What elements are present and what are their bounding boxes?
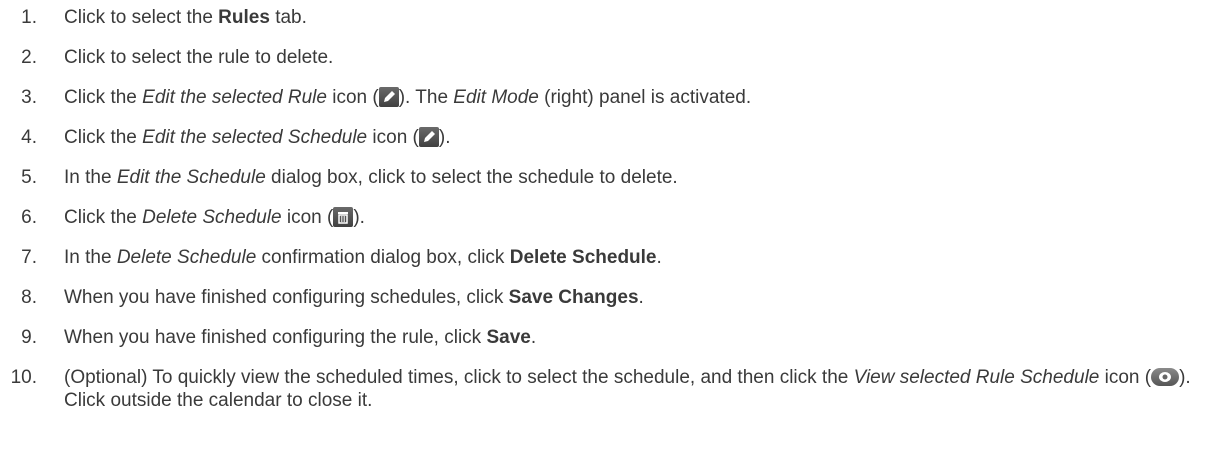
step-number: 4. [21,127,37,148]
step-text: In the [64,247,117,268]
step-number: 3. [21,87,37,108]
step-3: 3. Click the Edit the selected Rule icon… [0,86,1208,109]
step-text: Click the [64,127,143,148]
step-text: Click the [64,207,143,228]
step-text: In the [64,167,117,188]
step-text: icon ( [281,207,334,228]
step-text: confirmation dialog box, click [256,247,510,268]
step-text: icon ( [367,127,419,148]
step-italic-text: Edit the selected Schedule [142,127,368,148]
step-number: 2. [21,47,37,68]
step-7: 7. In the Delete Schedule confirmation d… [0,246,1208,269]
step-text: . [638,287,644,308]
step-bold-text: Rules [218,7,270,28]
step-italic-text: Edit Mode [453,87,539,108]
step-italic-text: Delete Schedule [116,247,257,268]
step-number: 10. [10,367,37,388]
step-text: tab. [269,7,307,28]
trash-icon [333,207,354,227]
step-text: ). The [398,87,454,108]
pencil-icon [418,127,439,147]
step-text: ). [353,207,365,228]
step-bold-text: Save [486,327,531,348]
step-1: 1. Click to select the Rules tab. [0,6,1208,29]
step-9: 9. When you have finished configuring th… [0,326,1208,349]
step-2: 2. Click to select the rule to delete. [0,46,1208,69]
step-text: Click to select the rule to delete. [64,47,334,68]
step-italic-text: Edit the Schedule [116,167,266,188]
step-italic-text: Delete Schedule [142,207,282,228]
pencil-icon [378,87,399,107]
step-text: (Optional) To quickly view the scheduled… [64,367,854,388]
step-number: 1. [21,7,37,28]
step-italic-text: Edit the selected Rule [142,87,327,108]
step-text: dialog box, click to select the schedule… [265,167,678,188]
step-text: icon ( [1099,367,1152,388]
step-text: icon ( [326,87,379,108]
step-text: Click the [64,87,143,108]
step-6: 6. Click the Delete Schedule icon (). [0,206,1208,229]
step-8: 8. When you have finished configuring sc… [0,286,1208,309]
step-text: (right) panel is activated. [538,87,752,108]
step-text: When you have finished configuring the r… [64,327,487,348]
step-5: 5. In the Edit the Schedule dialog box, … [0,166,1208,189]
step-bold-text: Save Changes [508,287,639,308]
instruction-steps: 1. Click to select the Rules tab. 2. Cli… [0,0,1208,412]
step-10: 10. (Optional) To quickly view the sched… [0,366,1208,412]
step-number: 7. [21,247,37,268]
step-number: 5. [21,167,37,188]
step-italic-text: View selected Rule Schedule [853,367,1100,388]
step-text: ). [438,127,451,148]
step-bold-text: Delete Schedule [509,247,657,268]
step-4: 4. Click the Edit the selected Schedule … [0,126,1208,149]
eye-icon [1151,368,1180,386]
step-text: Click to select the [64,7,219,28]
step-text: . [656,247,662,268]
step-number: 6. [21,207,37,228]
step-number: 8. [21,287,37,308]
step-text: When you have finished configuring sched… [64,287,509,308]
step-text: . [530,327,537,348]
step-number: 9. [21,327,37,348]
